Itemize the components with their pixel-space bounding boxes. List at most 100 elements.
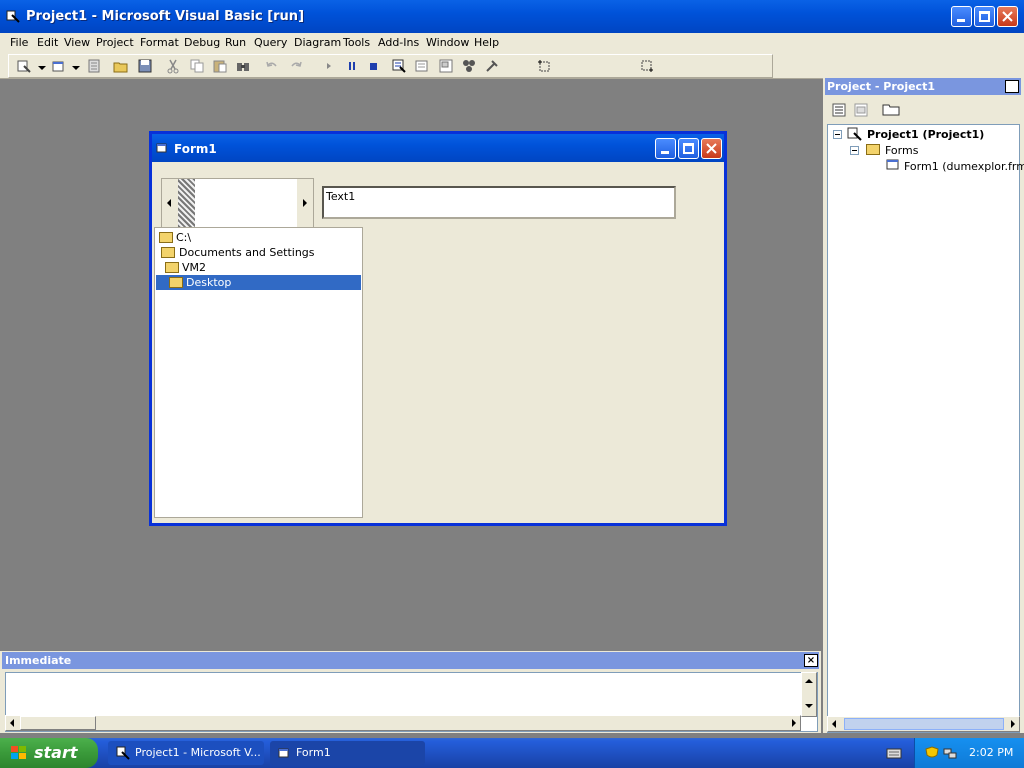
project-tree: Project1 (Project1) Forms Form1 (dumexpl… xyxy=(827,124,1024,733)
project-explorer-icon[interactable] xyxy=(391,58,407,74)
form1-tree-item[interactable]: Form1 (dumexplor.frm) xyxy=(904,160,1024,173)
collapse-root-toggle[interactable] xyxy=(833,130,842,139)
form-layout-icon[interactable] xyxy=(438,58,454,74)
open-folder-icon xyxy=(161,247,175,258)
toolbox-icon[interactable] xyxy=(484,58,500,74)
keyboard-icon[interactable] xyxy=(886,746,902,760)
menu-query[interactable]: Query xyxy=(254,36,287,49)
right-arrow-icon xyxy=(792,719,796,727)
immediate-vscrollbar[interactable] xyxy=(801,672,817,717)
menu-editor-icon[interactable] xyxy=(86,58,102,74)
menu-view[interactable]: View xyxy=(64,36,90,49)
menu-edit[interactable]: Edit xyxy=(37,36,58,49)
project-hscroll-thumb[interactable] xyxy=(844,718,1004,730)
menu-help[interactable]: Help xyxy=(474,36,499,49)
view-object-icon[interactable] xyxy=(853,102,869,118)
hscroll-right-button[interactable] xyxy=(297,179,313,227)
hscroll-thumb[interactable] xyxy=(178,179,195,227)
left-arrow-icon xyxy=(832,720,836,728)
security-shield-icon[interactable] xyxy=(925,746,939,760)
add-project-dropdown-icon[interactable] xyxy=(38,66,46,70)
menu-window[interactable]: Window xyxy=(426,36,469,49)
project-hscrollbar[interactable] xyxy=(827,716,1020,732)
find-icon[interactable] xyxy=(235,58,251,74)
redo-icon[interactable] xyxy=(288,58,304,74)
project-icon xyxy=(847,127,862,141)
network-icon[interactable] xyxy=(943,746,957,760)
project-explorer-pane: Project - Project1 × Project1 (Project1)… xyxy=(823,78,1024,733)
menu-format[interactable]: Format xyxy=(140,36,179,49)
form1-title-bar[interactable]: Form1 xyxy=(152,134,724,162)
save-project-icon[interactable] xyxy=(137,58,153,74)
undo-icon[interactable] xyxy=(264,58,280,74)
dir-item-vm2[interactable]: VM2 xyxy=(156,260,361,275)
form-file-icon xyxy=(886,159,899,170)
hscroll-left-button[interactable] xyxy=(162,179,178,227)
down-arrow-icon xyxy=(805,704,813,708)
dir-item-root[interactable]: C:\ xyxy=(156,230,361,245)
open-project-icon[interactable] xyxy=(113,58,129,74)
start-icon[interactable] xyxy=(321,58,337,74)
cut-icon[interactable] xyxy=(165,58,181,74)
text1-textbox[interactable]: Text1 xyxy=(322,186,676,219)
immediate-hscrollbar[interactable] xyxy=(5,715,801,731)
open-folder-icon xyxy=(159,232,173,243)
immediate-title: Immediate xyxy=(5,654,72,667)
menu-add-ins[interactable]: Add-Ins xyxy=(378,36,419,49)
minimize-button[interactable] xyxy=(951,6,972,27)
main-title-bar[interactable]: Project1 - Microsoft Visual Basic [run] xyxy=(0,0,1024,33)
project-pane-header: Project - Project1 × xyxy=(825,78,1021,95)
add-project-icon[interactable] xyxy=(16,58,32,74)
right-arrow-icon xyxy=(1011,720,1015,728)
add-form-icon[interactable] xyxy=(51,58,67,74)
dir-item-desktop[interactable]: Desktop xyxy=(156,275,361,290)
dir-list-box[interactable]: C:\ Documents and Settings VM2 Desktop xyxy=(154,227,363,518)
forms-folder-label[interactable]: Forms xyxy=(885,144,918,157)
standard-toolbar xyxy=(0,53,1024,79)
paste-icon[interactable] xyxy=(212,58,228,74)
open-folder-icon xyxy=(169,277,183,288)
menu-tools[interactable]: Tools xyxy=(343,36,370,49)
clock: 2:02 PM xyxy=(969,746,1014,759)
properties-window-icon[interactable] xyxy=(414,58,430,74)
form1-minimize-button[interactable] xyxy=(655,138,676,159)
immediate-hscroll-thumb[interactable] xyxy=(20,716,96,730)
form1-title: Form1 xyxy=(174,142,217,156)
dir-item-documents[interactable]: Documents and Settings xyxy=(156,245,361,260)
windows-logo-icon xyxy=(11,746,26,759)
open-folder-icon xyxy=(165,262,179,273)
project-root-label[interactable]: Project1 (Project1) xyxy=(867,128,984,141)
taskbar-item-vb[interactable]: Project1 - Microsoft V... xyxy=(108,741,264,765)
break-icon[interactable] xyxy=(344,58,360,74)
close-button[interactable] xyxy=(997,6,1018,27)
menu-debug[interactable]: Debug xyxy=(184,36,220,49)
menu-file[interactable]: File xyxy=(10,36,28,49)
add-form-dropdown-icon[interactable] xyxy=(72,66,80,70)
menu-run[interactable]: Run xyxy=(225,36,246,49)
menu-bar: File Edit View Project Format Debug Run … xyxy=(0,33,1024,53)
window-title: Project1 - Microsoft Visual Basic [run] xyxy=(26,9,305,24)
menu-project[interactable]: Project xyxy=(96,36,134,49)
form1-window[interactable]: Form1 Text1 C:\ Documents and Settings V… xyxy=(149,131,727,526)
menu-diagram[interactable]: Diagram xyxy=(294,36,341,49)
toggle-folders-icon[interactable] xyxy=(882,101,900,117)
up-arrow-icon xyxy=(805,679,813,683)
immediate-window: Immediate × xyxy=(0,651,821,733)
view-code-icon[interactable] xyxy=(831,102,847,118)
start-button[interactable]: start xyxy=(0,738,98,768)
immediate-header: Immediate xyxy=(2,652,819,669)
taskbar-item-form1[interactable]: Form1 xyxy=(270,741,425,765)
object-browser-icon[interactable] xyxy=(461,58,477,74)
end-icon[interactable] xyxy=(366,58,382,74)
copy-icon[interactable] xyxy=(189,58,205,74)
form1-close-button[interactable] xyxy=(701,138,722,159)
size-indicator-icon xyxy=(641,60,653,72)
forms-folder-icon xyxy=(866,144,880,155)
immediate-close-button[interactable]: × xyxy=(804,654,818,667)
position-indicator-icon xyxy=(538,60,550,72)
project-pane-close-button[interactable]: × xyxy=(1005,80,1019,93)
maximize-button[interactable] xyxy=(974,6,995,27)
form1-maximize-button[interactable] xyxy=(678,138,699,159)
hscroll-control[interactable] xyxy=(161,178,314,228)
collapse-forms-toggle[interactable] xyxy=(850,146,859,155)
